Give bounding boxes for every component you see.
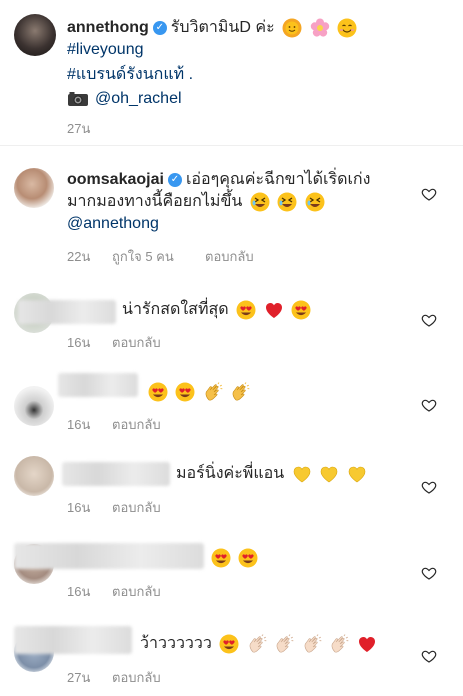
- comment-time: 16น: [67, 500, 91, 515]
- comment-time: 16น: [67, 417, 91, 432]
- reply-button[interactable]: ตอบกลับ: [112, 667, 161, 688]
- rofl-icon: [277, 192, 297, 212]
- comment-6-line: ว้าวววววว: [140, 633, 377, 655]
- comment-text: น่ารักสดใสที่สุด: [122, 301, 229, 318]
- heart-outline-icon[interactable]: [421, 312, 437, 328]
- comment-5-line: [208, 547, 258, 569]
- smile-icon: [337, 18, 357, 38]
- clap-icon: [203, 382, 223, 402]
- avatar[interactable]: [14, 456, 54, 496]
- blurred-username: [18, 300, 116, 324]
- comment-username[interactable]: oomsakaojai: [67, 171, 164, 188]
- sun-face-icon: [282, 18, 302, 38]
- heart-outline-icon[interactable]: [421, 397, 437, 413]
- comment-1-line-1: oomsakaojai ✓ เอ่อๆคุณค่ะฉีกขาได้เริ่ดเก่ง: [67, 169, 370, 191]
- heart-eyes-icon: [236, 300, 256, 320]
- blurred-username: [58, 373, 138, 397]
- heart-outline-icon[interactable]: [421, 648, 437, 664]
- hashtag-liveyoung[interactable]: #liveyoung: [67, 39, 144, 61]
- verified-icon: ✓: [167, 172, 182, 187]
- comment-time: 22น: [67, 249, 91, 264]
- heart-eyes-icon: [211, 548, 231, 568]
- clap-icon: [274, 634, 294, 654]
- avatar[interactable]: [14, 386, 54, 426]
- comment-2-line: น่ารักสดใสที่สุด: [122, 299, 311, 321]
- clap-icon: [302, 634, 322, 654]
- heart-eyes-icon: [148, 382, 168, 402]
- avatar[interactable]: [14, 14, 56, 56]
- comment-mention[interactable]: @annethong: [67, 213, 159, 235]
- red-heart-icon: [264, 300, 284, 320]
- comment-time: 27น: [67, 670, 91, 685]
- post-time: 27น: [67, 121, 91, 136]
- comment-time: 16น: [67, 584, 91, 599]
- caption-line-1: annethong ✓ รับวิตามินD ค่ะ: [67, 17, 357, 39]
- comment-text: มอร์นิ่งค่ะพี่แอน: [176, 465, 285, 482]
- rofl-icon: [250, 192, 270, 212]
- reply-button[interactable]: ตอบกลับ: [112, 414, 161, 435]
- caption-text: รับวิตามินD ค่ะ: [170, 19, 275, 36]
- clap-icon: [329, 634, 349, 654]
- avatar[interactable]: [14, 168, 54, 208]
- yellow-heart-icon: [347, 464, 367, 484]
- red-heart-icon: [357, 634, 377, 654]
- heart-eyes-icon: [238, 548, 258, 568]
- reply-button[interactable]: ตอบกลับ: [112, 581, 161, 602]
- yellow-heart-icon: [319, 464, 339, 484]
- heart-eyes-icon: [175, 382, 195, 402]
- yellow-heart-icon: [292, 464, 312, 484]
- heart-eyes-icon: [291, 300, 311, 320]
- caption-mention-line: @oh_rachel: [67, 88, 182, 110]
- heart-outline-icon[interactable]: [421, 565, 437, 581]
- reply-button[interactable]: ตอบกลับ: [205, 246, 254, 267]
- heart-eyes-icon: [219, 634, 239, 654]
- heart-outline-icon[interactable]: [421, 186, 437, 202]
- post-caption: annethong ✓ รับวิตามินD ค่ะ #liveyoung #แบ…: [0, 0, 463, 146]
- comment-time: 16น: [67, 335, 91, 350]
- comment-text-2: มากมองทางนี้คือยกไม่ขึ้น: [67, 193, 243, 210]
- blurred-username: [14, 626, 132, 654]
- heart-outline-icon[interactable]: [421, 479, 437, 495]
- camera-icon: [68, 91, 88, 106]
- rofl-icon: [305, 192, 325, 212]
- verified-icon: ✓: [152, 20, 167, 35]
- flower-icon: [310, 18, 330, 38]
- reply-button[interactable]: ตอบกลับ: [112, 332, 161, 353]
- blurred-username: [14, 543, 204, 569]
- blurred-username: [62, 462, 170, 486]
- comment-3-line: [145, 381, 250, 403]
- comment-1-line-2: มากมองทางนี้คือยกไม่ขึ้น: [67, 191, 325, 213]
- comment-likes[interactable]: ถูกใจ 5 คน: [112, 246, 174, 267]
- comment-text: ว้าวววววว: [140, 635, 212, 652]
- post-username[interactable]: annethong: [67, 19, 149, 36]
- comment-text: เอ่อๆคุณค่ะฉีกขาได้เริ่ดเก่ง: [185, 171, 371, 188]
- mention-link[interactable]: @oh_rachel: [95, 90, 182, 107]
- clap-icon: [230, 382, 250, 402]
- comment-4-line: มอร์นิ่งค่ะพี่แอน: [176, 463, 367, 485]
- reply-button[interactable]: ตอบกลับ: [112, 497, 161, 518]
- clap-icon: [247, 634, 267, 654]
- hashtag-brand[interactable]: #แบรนด์รังนกแท้ .: [67, 64, 193, 86]
